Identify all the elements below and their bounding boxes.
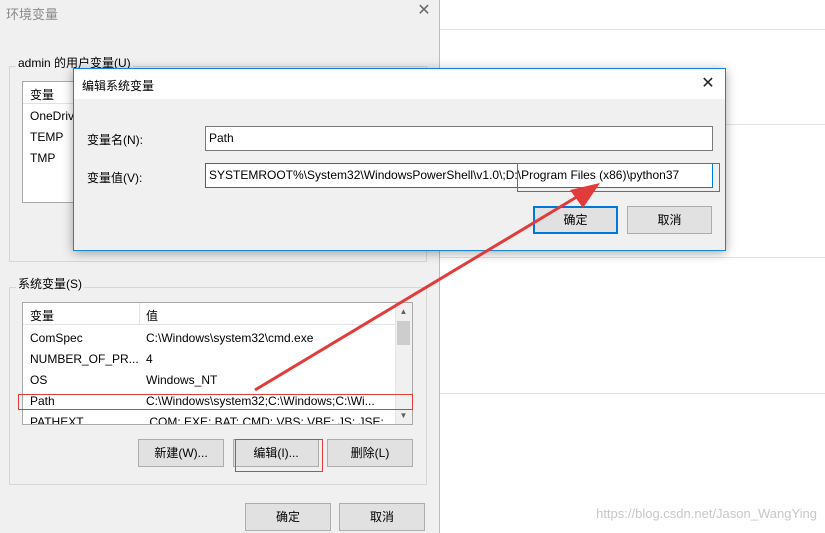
variable-name: NUMBER_OF_PR... [30, 352, 138, 366]
divider [440, 29, 825, 30]
scroll-down-icon[interactable]: ▼ [395, 407, 412, 424]
edit-button[interactable]: 编辑(I)... [233, 439, 319, 467]
column-header-variable[interactable]: 变量 [30, 86, 54, 103]
variable-value: Windows_NT [146, 373, 218, 387]
variable-name: OS [30, 373, 48, 387]
dialog-title: 编辑系统变量 [82, 79, 155, 93]
table-row[interactable]: ComSpec C:\Windows\system32\cmd.exe [23, 328, 412, 349]
close-icon[interactable]: ✕ [697, 73, 719, 95]
variable-name: TEMP [30, 130, 64, 144]
new-button[interactable]: 新建(W)... [138, 439, 224, 467]
close-icon[interactable]: ✕ [412, 0, 436, 24]
divider [440, 393, 825, 394]
table-row[interactable]: NUMBER_OF_PR... 4 [23, 349, 412, 370]
cancel-button[interactable]: 取消 [627, 206, 712, 234]
scrollbar-thumb[interactable] [397, 321, 410, 345]
variable-value: C:\Windows\system32\cmd.exe [146, 331, 314, 345]
column-header-value[interactable]: 值 [146, 307, 158, 324]
ok-button[interactable]: 确定 [533, 206, 618, 234]
column-divider[interactable] [139, 303, 140, 325]
variable-name-label: 变量名(N): [87, 133, 143, 147]
edit-system-variable-dialog: 编辑系统变量 ✕ 变量名(N): Path 变量值(V): SYSTEMROOT… [73, 68, 726, 251]
variable-name-field[interactable]: Path [205, 126, 713, 151]
scroll-up-icon[interactable]: ▲ [395, 303, 412, 320]
variable-value-label: 变量值(V): [87, 171, 143, 185]
variable-value: 4 [146, 352, 153, 366]
column-header-variable[interactable]: 变量 [30, 307, 54, 324]
dialog-title: 环境变量 [6, 7, 59, 22]
table-row-path[interactable]: Path C:\Windows\system32;C:\Windows;C:\W… [23, 391, 412, 412]
delete-button[interactable]: 删除(L) [327, 439, 413, 467]
variable-name: ComSpec [30, 331, 83, 345]
table-row[interactable]: OS Windows_NT [23, 370, 412, 391]
list-header: 变量 值 [23, 303, 412, 325]
variable-name: PATHEXT [30, 415, 84, 425]
cancel-button[interactable]: 取消 [339, 503, 425, 531]
variable-value: C:\Windows\system32;C:\Windows;C:\Wi... [146, 394, 375, 408]
table-row[interactable]: PATHEXT .COM;.EXE;.BAT;.CMD;.VBS;.VBE;.J… [23, 412, 412, 425]
variable-value: .COM;.EXE;.BAT;.CMD;.VBS;.VBE;.JS;.JSE;.… [146, 415, 394, 425]
variable-name: TMP [30, 151, 56, 165]
system-vars-label: 系统变量(S) [16, 275, 84, 292]
system-vars-list[interactable]: 变量 值 ComSpec C:\Windows\system32\cmd.exe… [22, 302, 413, 425]
vertical-scrollbar[interactable]: ▲ ▼ [395, 303, 412, 424]
variable-name: Path [30, 394, 55, 408]
dialog-titlebar[interactable]: 编辑系统变量 ✕ [74, 69, 725, 99]
variable-value-field[interactable]: SYSTEMROOT%\System32\WindowsPowerShell\v… [205, 163, 713, 188]
divider [440, 257, 825, 258]
ok-button[interactable]: 确定 [245, 503, 331, 531]
watermark: https://blog.csdn.net/Jason_WangYing [596, 506, 817, 521]
